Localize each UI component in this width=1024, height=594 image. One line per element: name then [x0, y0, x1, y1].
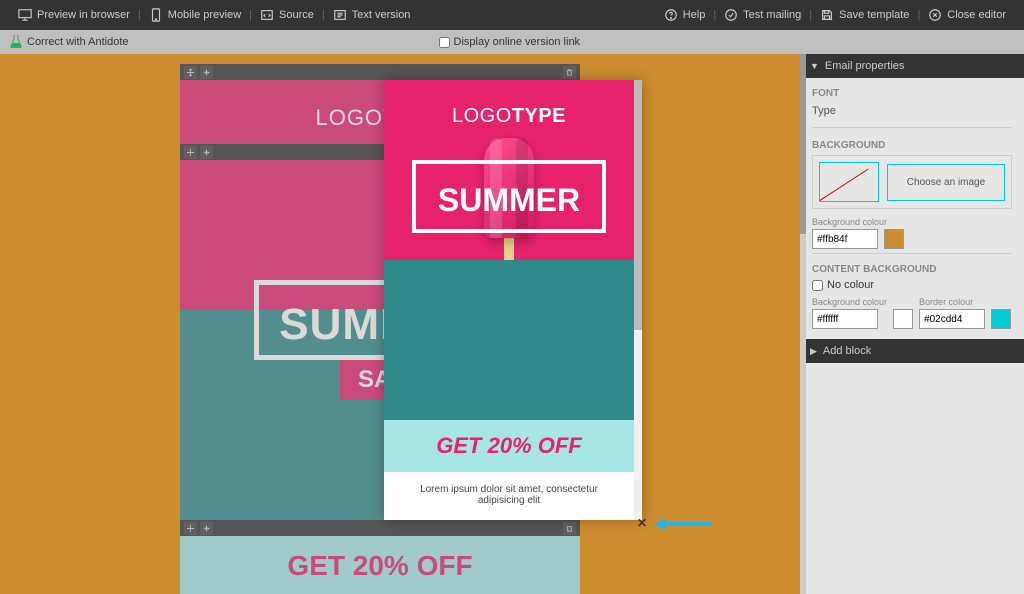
mobile-offer-text: GET 20% OFF [436, 433, 581, 459]
content-bg-label: Background colour [812, 297, 887, 307]
close-circle-icon [928, 8, 942, 22]
mobile-icon [149, 8, 163, 22]
save-template-button[interactable]: Save template [812, 8, 917, 22]
mobile-offer-block: GET 20% OFF [384, 420, 634, 472]
mobile-hero-bottom [384, 260, 634, 420]
display-online-checkbox-wrap: Display online version link [439, 36, 581, 48]
save-icon [820, 8, 834, 22]
logo-thin: LOGO [452, 105, 512, 127]
close-preview-button[interactable]: ✕ [635, 516, 649, 530]
text-version-label: Text version [352, 9, 411, 21]
bg-colour-input[interactable] [812, 229, 878, 249]
font-type-label[interactable]: Type [812, 103, 1012, 119]
top-toolbar: Preview in browser | Mobile preview | So… [0, 0, 1024, 30]
antidote-button[interactable]: Correct with Antidote [10, 34, 129, 51]
help-icon [664, 8, 678, 22]
chevron-right-icon: ▶ [810, 346, 817, 357]
code-icon [260, 8, 274, 22]
close-editor-label: Close editor [947, 9, 1006, 21]
choose-image-button[interactable]: Choose an image [887, 164, 1005, 201]
antidote-label: Correct with Antidote [27, 36, 129, 48]
toolbar-right: Help | Test mailing | Save template | Cl… [656, 8, 1014, 22]
mobile-preview-content: LOGOTYPE SUMMER SALE GET 20% OFF Lorem i… [384, 80, 634, 520]
logo-bold: TYPE [512, 105, 566, 127]
sidebar-scrollbar[interactable] [800, 54, 806, 594]
source-button[interactable]: Source [252, 8, 322, 22]
help-button[interactable]: Help [656, 8, 714, 22]
border-colour-input[interactable] [919, 309, 985, 329]
close-editor-button[interactable]: Close editor [920, 8, 1014, 22]
scrollbar-thumb[interactable] [800, 54, 806, 234]
bg-colour-label: Background colour [812, 217, 1012, 227]
background-image-picker: Choose an image [812, 155, 1012, 209]
border-colour-swatch[interactable] [991, 309, 1011, 329]
no-image-icon[interactable] [819, 162, 879, 202]
monitor-icon [18, 8, 32, 22]
display-online-label: Display online version link [454, 36, 581, 48]
no-colour-row: No colour [812, 279, 1012, 291]
background-heading: BACKGROUND [812, 140, 1012, 151]
source-label: Source [279, 9, 314, 21]
mobile-hero-top: LOGOTYPE SUMMER SALE [384, 80, 634, 260]
chevron-down-icon: ▼ [810, 61, 819, 71]
mobile-preview-panel: LOGOTYPE SUMMER SALE GET 20% OFF Lorem i… [384, 80, 642, 520]
mobile-preview-label: Mobile preview [168, 9, 241, 21]
mobile-lorem-text: Lorem ipsum dolor sit amet, consectetur … [384, 472, 634, 518]
mobile-logo: LOGOTYPE [452, 105, 566, 128]
mobile-summer-text: SUMMER [426, 182, 592, 219]
content-bg-swatch[interactable] [893, 309, 913, 329]
add-block-header[interactable]: ▶ Add block [800, 339, 1024, 363]
separator [812, 253, 1012, 254]
font-heading: FONT [812, 88, 1012, 99]
text-icon [333, 8, 347, 22]
mobile-scrollbar[interactable] [634, 80, 642, 520]
mobile-preview-button[interactable]: Mobile preview [141, 8, 249, 22]
text-version-button[interactable]: Text version [325, 8, 419, 22]
content-bg-input[interactable] [812, 309, 878, 329]
test-mailing-button[interactable]: Test mailing [716, 8, 809, 22]
border-colour-label: Border colour [919, 297, 985, 307]
arrow-annotation [654, 515, 714, 538]
help-label: Help [683, 9, 706, 21]
preview-browser-label: Preview in browser [37, 9, 130, 21]
add-block-label: Add block [823, 345, 871, 357]
preview-browser-button[interactable]: Preview in browser [10, 8, 138, 22]
email-properties-label: Email properties [825, 60, 904, 72]
display-online-checkbox[interactable] [439, 37, 450, 48]
secondary-toolbar: Correct with Antidote Display online ver… [0, 30, 1024, 54]
mobile-summer-frame: SUMMER [412, 160, 606, 233]
no-colour-checkbox[interactable] [812, 280, 823, 291]
bg-colour-swatch[interactable] [884, 229, 904, 249]
font-section: FONT Type BACKGROUND Choose an image Bac… [800, 78, 1024, 339]
toolbar-left: Preview in browser | Mobile preview | So… [10, 8, 418, 22]
email-properties-header[interactable]: ▼ Email properties [800, 54, 1024, 78]
check-circle-icon [724, 8, 738, 22]
beaker-icon [10, 34, 22, 51]
content-bg-heading: CONTENT BACKGROUND [812, 264, 1012, 275]
no-colour-label: No colour [827, 279, 874, 291]
choose-image-label: Choose an image [907, 177, 985, 188]
scrollbar-thumb[interactable] [634, 80, 642, 330]
properties-sidebar: ▼ Email properties FONT Type BACKGROUND … [800, 54, 1024, 594]
test-mailing-label: Test mailing [743, 9, 801, 21]
save-template-label: Save template [839, 9, 909, 21]
